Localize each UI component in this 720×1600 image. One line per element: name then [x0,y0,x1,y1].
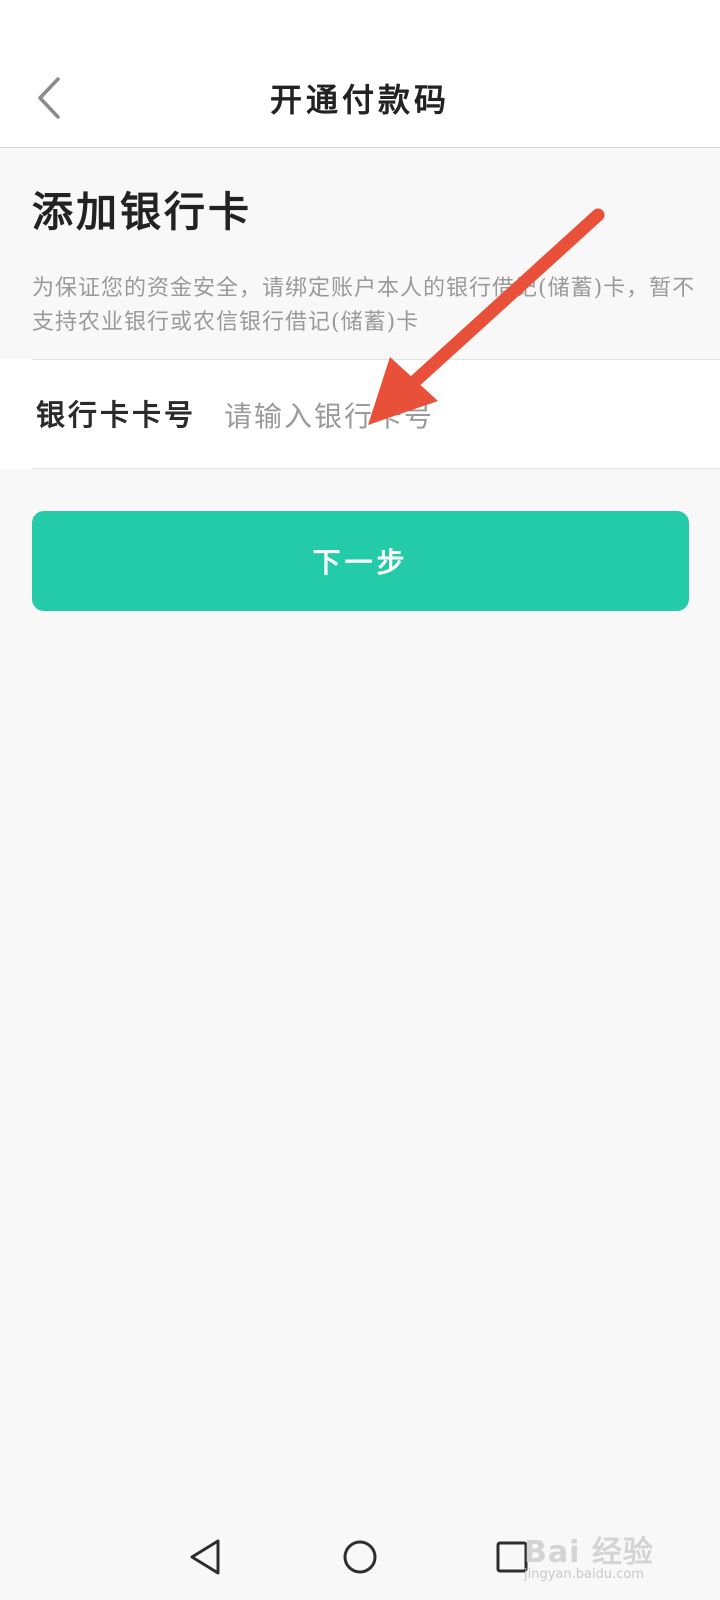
card-number-label: 银行卡卡号 [36,398,197,432]
watermark-url: jingyan.baidu.com [524,1567,644,1582]
security-notice: 为保证您的资金安全，请绑定账户本人的银行借记(储蓄)卡，暂不支持农业银行或农信银… [32,276,696,335]
app-header: 开通付款码 [0,0,720,148]
next-step-button[interactable]: 下一步 [32,511,689,611]
page-title: 开通付款码 [269,81,450,119]
nav-home-button[interactable] [336,1533,384,1581]
card-number-input[interactable] [222,385,696,447]
circle-home-icon [343,1540,377,1574]
nav-back-button[interactable] [182,1533,230,1581]
watermark-brand: Bai 经验 [524,1535,654,1570]
triangle-back-icon [190,1539,220,1575]
divider [32,359,720,360]
divider [32,468,720,469]
section-title: 添加银行卡 [32,188,252,236]
card-number-row: 银行卡卡号 [0,359,720,469]
watermark: Bai 经验 jingyan.baidu.com [524,1515,684,1585]
